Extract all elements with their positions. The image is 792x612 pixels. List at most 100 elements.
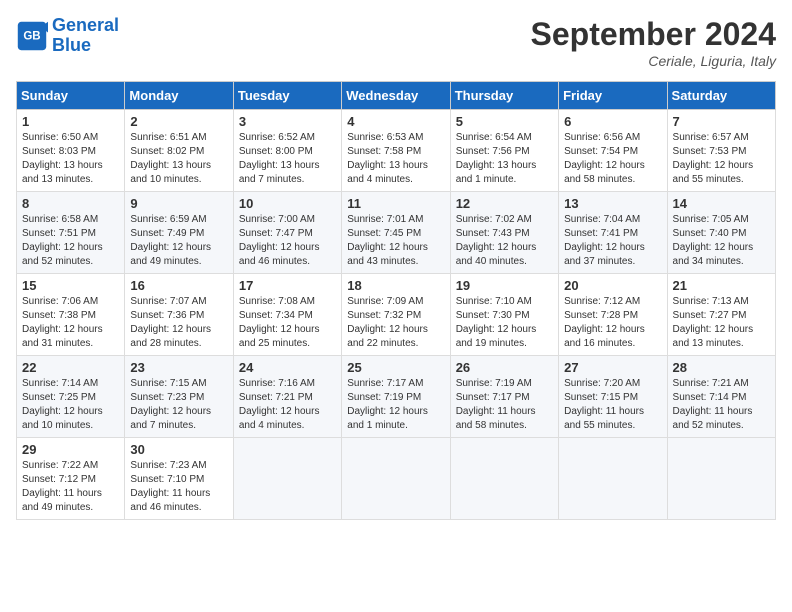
header-friday: Friday — [559, 82, 667, 110]
day-number: 21 — [673, 278, 770, 293]
location: Ceriale, Liguria, Italy — [531, 53, 776, 69]
cell-info: Sunrise: 7:20 AMSunset: 7:15 PMDaylight:… — [564, 378, 644, 431]
calendar-cell: 25 Sunrise: 7:17 AMSunset: 7:19 PMDaylig… — [342, 356, 450, 438]
cell-info: Sunrise: 7:16 AMSunset: 7:21 PMDaylight:… — [239, 378, 320, 431]
calendar-cell: 3 Sunrise: 6:52 AMSunset: 8:00 PMDayligh… — [233, 110, 341, 192]
calendar-cell: 8 Sunrise: 6:58 AMSunset: 7:51 PMDayligh… — [17, 192, 125, 274]
cell-info: Sunrise: 6:57 AMSunset: 7:53 PMDaylight:… — [673, 132, 754, 185]
day-number: 26 — [456, 360, 553, 375]
calendar-cell: 21 Sunrise: 7:13 AMSunset: 7:27 PMDaylig… — [667, 274, 775, 356]
day-number: 4 — [347, 114, 444, 129]
day-number: 25 — [347, 360, 444, 375]
cell-info: Sunrise: 7:08 AMSunset: 7:34 PMDaylight:… — [239, 296, 320, 349]
calendar-cell: 26 Sunrise: 7:19 AMSunset: 7:17 PMDaylig… — [450, 356, 558, 438]
cell-info: Sunrise: 6:58 AMSunset: 7:51 PMDaylight:… — [22, 214, 103, 267]
calendar-cell: 17 Sunrise: 7:08 AMSunset: 7:34 PMDaylig… — [233, 274, 341, 356]
calendar-cell: 14 Sunrise: 7:05 AMSunset: 7:40 PMDaylig… — [667, 192, 775, 274]
cell-info: Sunrise: 6:54 AMSunset: 7:56 PMDaylight:… — [456, 132, 537, 185]
cell-info: Sunrise: 6:56 AMSunset: 7:54 PMDaylight:… — [564, 132, 645, 185]
calendar-cell: 23 Sunrise: 7:15 AMSunset: 7:23 PMDaylig… — [125, 356, 233, 438]
day-number: 1 — [22, 114, 119, 129]
cell-info: Sunrise: 7:21 AMSunset: 7:14 PMDaylight:… — [673, 378, 753, 431]
cell-info: Sunrise: 7:06 AMSunset: 7:38 PMDaylight:… — [22, 296, 103, 349]
cell-info: Sunrise: 7:07 AMSunset: 7:36 PMDaylight:… — [130, 296, 211, 349]
day-number: 6 — [564, 114, 661, 129]
header-sunday: Sunday — [17, 82, 125, 110]
calendar-cell: 20 Sunrise: 7:12 AMSunset: 7:28 PMDaylig… — [559, 274, 667, 356]
calendar-cell: 6 Sunrise: 6:56 AMSunset: 7:54 PMDayligh… — [559, 110, 667, 192]
day-number: 20 — [564, 278, 661, 293]
calendar-cell: 29 Sunrise: 7:22 AMSunset: 7:12 PMDaylig… — [17, 438, 125, 520]
logo-text: General Blue — [52, 16, 119, 56]
calendar-cell: 4 Sunrise: 6:53 AMSunset: 7:58 PMDayligh… — [342, 110, 450, 192]
calendar-cell: 16 Sunrise: 7:07 AMSunset: 7:36 PMDaylig… — [125, 274, 233, 356]
day-number: 8 — [22, 196, 119, 211]
day-number: 29 — [22, 442, 119, 457]
calendar-cell: 28 Sunrise: 7:21 AMSunset: 7:14 PMDaylig… — [667, 356, 775, 438]
logo: GB General Blue — [16, 16, 119, 56]
cell-info: Sunrise: 7:10 AMSunset: 7:30 PMDaylight:… — [456, 296, 537, 349]
header-thursday: Thursday — [450, 82, 558, 110]
day-number: 7 — [673, 114, 770, 129]
day-number: 3 — [239, 114, 336, 129]
day-number: 27 — [564, 360, 661, 375]
calendar-cell: 30 Sunrise: 7:23 AMSunset: 7:10 PMDaylig… — [125, 438, 233, 520]
cell-info: Sunrise: 7:13 AMSunset: 7:27 PMDaylight:… — [673, 296, 754, 349]
calendar-cell: 2 Sunrise: 6:51 AMSunset: 8:02 PMDayligh… — [125, 110, 233, 192]
header-wednesday: Wednesday — [342, 82, 450, 110]
day-number: 12 — [456, 196, 553, 211]
cell-info: Sunrise: 7:02 AMSunset: 7:43 PMDaylight:… — [456, 214, 537, 267]
header-tuesday: Tuesday — [233, 82, 341, 110]
month-title: September 2024 — [531, 16, 776, 53]
calendar-cell — [233, 438, 341, 520]
day-number: 16 — [130, 278, 227, 293]
day-number: 5 — [456, 114, 553, 129]
calendar-cell: 19 Sunrise: 7:10 AMSunset: 7:30 PMDaylig… — [450, 274, 558, 356]
calendar-cell: 9 Sunrise: 6:59 AMSunset: 7:49 PMDayligh… — [125, 192, 233, 274]
cell-info: Sunrise: 7:15 AMSunset: 7:23 PMDaylight:… — [130, 378, 211, 431]
calendar-cell: 22 Sunrise: 7:14 AMSunset: 7:25 PMDaylig… — [17, 356, 125, 438]
day-number: 17 — [239, 278, 336, 293]
calendar-cell: 27 Sunrise: 7:20 AMSunset: 7:15 PMDaylig… — [559, 356, 667, 438]
calendar-cell — [450, 438, 558, 520]
day-number: 13 — [564, 196, 661, 211]
week-row-2: 8 Sunrise: 6:58 AMSunset: 7:51 PMDayligh… — [17, 192, 776, 274]
calendar-cell — [559, 438, 667, 520]
cell-info: Sunrise: 6:51 AMSunset: 8:02 PMDaylight:… — [130, 132, 211, 185]
cell-info: Sunrise: 7:19 AMSunset: 7:17 PMDaylight:… — [456, 378, 536, 431]
calendar-cell: 15 Sunrise: 7:06 AMSunset: 7:38 PMDaylig… — [17, 274, 125, 356]
day-number: 24 — [239, 360, 336, 375]
logo-line2: Blue — [52, 35, 91, 55]
cell-info: Sunrise: 7:00 AMSunset: 7:47 PMDaylight:… — [239, 214, 320, 267]
day-number: 2 — [130, 114, 227, 129]
week-row-5: 29 Sunrise: 7:22 AMSunset: 7:12 PMDaylig… — [17, 438, 776, 520]
logo-line1: General — [52, 15, 119, 35]
cell-info: Sunrise: 7:23 AMSunset: 7:10 PMDaylight:… — [130, 460, 210, 513]
calendar-cell: 24 Sunrise: 7:16 AMSunset: 7:21 PMDaylig… — [233, 356, 341, 438]
day-number: 10 — [239, 196, 336, 211]
cell-info: Sunrise: 7:05 AMSunset: 7:40 PMDaylight:… — [673, 214, 754, 267]
cell-info: Sunrise: 6:53 AMSunset: 7:58 PMDaylight:… — [347, 132, 428, 185]
day-number: 9 — [130, 196, 227, 211]
calendar-cell — [667, 438, 775, 520]
cell-info: Sunrise: 6:59 AMSunset: 7:49 PMDaylight:… — [130, 214, 211, 267]
page-header: GB General Blue September 2024 Ceriale, … — [16, 16, 776, 69]
day-number: 23 — [130, 360, 227, 375]
calendar-table: SundayMondayTuesdayWednesdayThursdayFrid… — [16, 81, 776, 520]
week-row-1: 1 Sunrise: 6:50 AMSunset: 8:03 PMDayligh… — [17, 110, 776, 192]
cell-info: Sunrise: 6:50 AMSunset: 8:03 PMDaylight:… — [22, 132, 103, 185]
cell-info: Sunrise: 7:12 AMSunset: 7:28 PMDaylight:… — [564, 296, 645, 349]
cell-info: Sunrise: 7:09 AMSunset: 7:32 PMDaylight:… — [347, 296, 428, 349]
header-saturday: Saturday — [667, 82, 775, 110]
calendar-cell — [342, 438, 450, 520]
calendar-cell: 5 Sunrise: 6:54 AMSunset: 7:56 PMDayligh… — [450, 110, 558, 192]
title-block: September 2024 Ceriale, Liguria, Italy — [531, 16, 776, 69]
calendar-cell: 12 Sunrise: 7:02 AMSunset: 7:43 PMDaylig… — [450, 192, 558, 274]
calendar-cell: 18 Sunrise: 7:09 AMSunset: 7:32 PMDaylig… — [342, 274, 450, 356]
day-number: 30 — [130, 442, 227, 457]
cell-info: Sunrise: 7:17 AMSunset: 7:19 PMDaylight:… — [347, 378, 428, 431]
week-row-3: 15 Sunrise: 7:06 AMSunset: 7:38 PMDaylig… — [17, 274, 776, 356]
day-number: 28 — [673, 360, 770, 375]
cell-info: Sunrise: 7:14 AMSunset: 7:25 PMDaylight:… — [22, 378, 103, 431]
calendar-cell: 10 Sunrise: 7:00 AMSunset: 7:47 PMDaylig… — [233, 192, 341, 274]
